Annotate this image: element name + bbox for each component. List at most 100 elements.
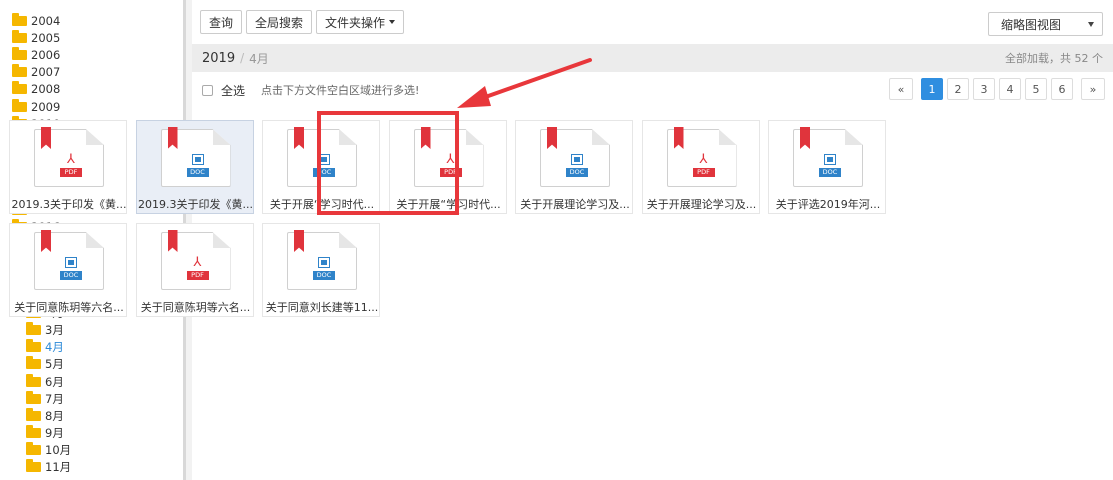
annotation-arrow-icon — [457, 58, 592, 108]
pagination: « 1 2 3 4 5 6 » — [881, 78, 1105, 100]
folder-icon — [26, 390, 41, 404]
folder-operations-label: 文件夹操作 — [325, 15, 386, 30]
file-tile[interactable]: DOC 关于同意陈玥等六名... — [9, 223, 127, 317]
tree-item-label: 11月 — [45, 460, 72, 475]
file-type-label: PDF — [60, 168, 82, 177]
select-all-checkbox[interactable] — [202, 84, 213, 96]
folder-icon — [12, 64, 27, 78]
folder-icon — [26, 373, 41, 387]
file-type-label: DOC — [313, 271, 335, 280]
tree-item-label: 8月 — [45, 408, 64, 423]
global-search-button[interactable]: 全局搜索 — [246, 10, 313, 34]
file-type-label: DOC — [566, 168, 588, 177]
acrobat-icon: ⅄ — [67, 152, 75, 167]
page-fold-icon — [86, 232, 104, 248]
file-type-label: PDF — [692, 168, 715, 177]
page-button[interactable]: 3 — [973, 78, 995, 100]
tree-item-year[interactable]: 2009 — [0, 98, 183, 115]
tree-item-label: 4月 — [45, 340, 64, 355]
folder-icon — [26, 442, 41, 456]
tree-item-year[interactable]: 2004 — [0, 12, 183, 29]
prev-page-button[interactable]: « — [889, 78, 913, 100]
tree-item-month[interactable]: 4月 — [0, 339, 183, 356]
file-tile[interactable]: DOC 关于同意刘长建等11... — [262, 223, 380, 317]
page-fold-icon — [86, 129, 104, 145]
tree-item-label: 7月 — [45, 391, 64, 406]
file-type-label: PDF — [186, 271, 209, 280]
file-name: 2019.3关于印发《黄... — [138, 198, 253, 211]
pdf-icon: ⅄ PDF — [34, 127, 104, 187]
doc-badge-icon: DOC — [186, 153, 209, 177]
pdf-badge-icon: ⅄ PDF — [186, 256, 209, 280]
page-button[interactable]: 4 — [999, 78, 1021, 100]
tree-item-year[interactable]: 2005 — [0, 29, 183, 46]
tree-item-year[interactable]: 2008 — [0, 81, 183, 98]
highlight-box — [317, 111, 459, 215]
file-tile[interactable]: ⅄ PDF 2019.3关于印发《黄... — [9, 120, 127, 214]
file-name: 2019.3关于印发《黄... — [11, 198, 127, 211]
pdf-icon: ⅄ PDF — [160, 230, 231, 290]
page-fold-icon — [212, 129, 231, 145]
breadcrumb-month: 4月 — [249, 51, 269, 66]
file-tile[interactable]: DOC 2019.3关于印发《黄... — [135, 120, 254, 214]
select-all-label[interactable]: 全选 — [221, 82, 245, 99]
tree-item-year[interactable]: 2007 — [0, 64, 183, 81]
view-mode-value: 缩略图视图 — [1001, 17, 1062, 32]
breadcrumb: 2019 / 4月 全部加载，共 52 个 — [192, 44, 1113, 72]
tree-item-month[interactable]: 10月 — [0, 442, 183, 459]
dropdown-arrow-icon — [1088, 22, 1094, 27]
breadcrumb-separator: / — [240, 51, 245, 65]
tree-item-month[interactable]: 11月 — [0, 459, 183, 476]
tree-item-month[interactable]: 6月 — [0, 373, 183, 390]
multi-select-hint: 点击下方文件空白区域进行多选! — [261, 84, 420, 97]
caret-down-icon — [389, 20, 396, 24]
tree-item-month[interactable]: 7月 — [0, 390, 183, 407]
folder-icon — [12, 46, 27, 60]
file-name: 关于同意陈玥等六名... — [140, 301, 251, 314]
tree-item-label: 2004 — [31, 13, 61, 28]
view-mode-select[interactable]: 缩略图视图 — [988, 12, 1103, 36]
page-button[interactable]: 1 — [921, 78, 943, 100]
page-fold-icon — [465, 129, 484, 145]
tree-item-label: 2008 — [31, 82, 61, 97]
file-type-label: DOC — [60, 271, 82, 280]
tree-item-month[interactable]: 3月 — [0, 321, 183, 338]
acrobat-icon: ⅄ — [699, 152, 708, 167]
page-button[interactable]: 6 — [1051, 78, 1073, 100]
tree-item-label: 2005 — [31, 30, 61, 45]
file-tile[interactable]: DOC 关于开展理论学习及... — [515, 120, 633, 214]
file-tile[interactable]: ⅄ PDF 关于开展理论学习及... — [641, 120, 760, 214]
next-page-button[interactable]: » — [1081, 78, 1105, 100]
file-tile[interactable]: ⅄ PDF 关于同意陈玥等六名... — [135, 223, 254, 317]
tree-item-month[interactable]: 8月 — [0, 407, 183, 424]
doc-badge-icon: DOC — [819, 153, 841, 177]
folder-icon — [26, 339, 41, 353]
page-fold-icon — [845, 129, 863, 145]
file-count-text: 全部加载，共 52 个 — [1005, 52, 1103, 65]
page-button[interactable]: 2 — [947, 78, 969, 100]
tree-item-month[interactable]: 5月 — [0, 356, 183, 373]
word-icon — [318, 257, 330, 268]
folder-icon — [12, 29, 27, 43]
tree-item-label: 2006 — [31, 47, 61, 62]
doc-badge-icon: DOC — [313, 256, 335, 280]
tree-item-year[interactable]: 2006 — [0, 46, 183, 63]
folder-operations-button[interactable]: 文件夹操作 — [316, 10, 405, 34]
file-type-label: DOC — [186, 168, 209, 177]
tree-item-label: 10月 — [45, 443, 72, 458]
file-tile[interactable]: DOC 关于评选2019年河... — [768, 120, 886, 214]
file-name: 关于同意陈玥等六名... — [14, 301, 124, 314]
doc-icon: DOC — [793, 127, 863, 187]
word-icon — [571, 154, 583, 165]
breadcrumb-year[interactable]: 2019 — [202, 51, 235, 66]
page-button[interactable]: 5 — [1025, 78, 1047, 100]
folder-icon — [12, 98, 27, 112]
tree-item-label: 2009 — [31, 99, 61, 114]
query-button[interactable]: 查询 — [200, 10, 243, 34]
tree-item-month[interactable]: 9月 — [0, 425, 183, 442]
word-icon — [65, 257, 77, 268]
selection-bar: 全选 点击下方文件空白区域进行多选! « 1 2 3 4 5 6 » — [192, 72, 1113, 108]
file-type-label: DOC — [819, 168, 841, 177]
pdf-badge-icon: ⅄ PDF — [60, 153, 82, 177]
doc-icon: DOC — [287, 230, 357, 290]
